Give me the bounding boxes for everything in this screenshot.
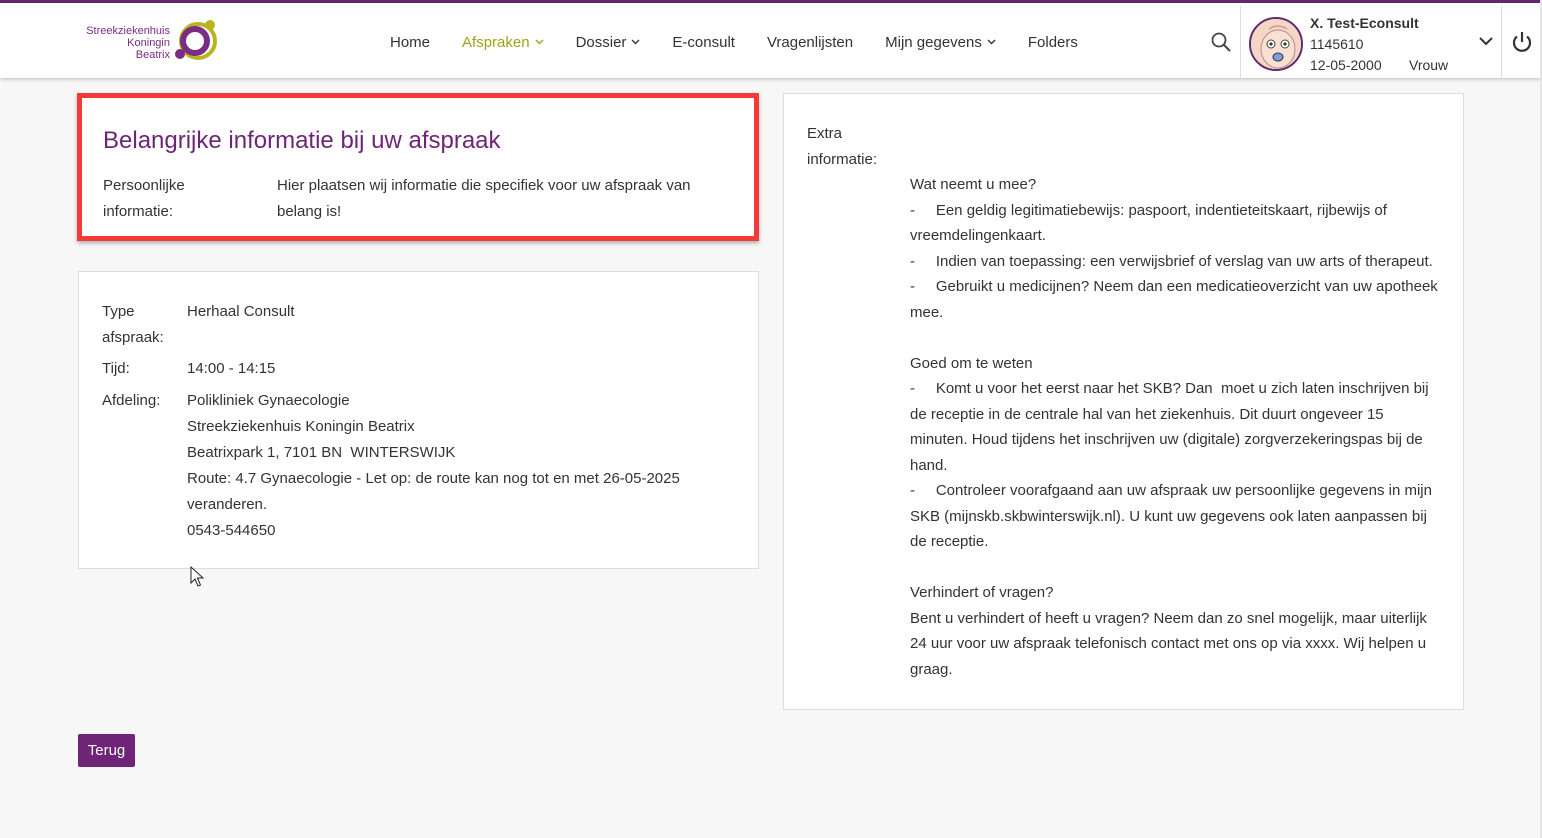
extra-info-line: Wat neemt u mee? [910,176,1037,193]
label-line: informatie: [807,151,878,168]
department-line: 0543-544650 [187,522,276,539]
extra-info-text: Wat neemt u mee? - Een geldig legitimatie… [910,172,1450,682]
nav-label: Afspraken [462,33,530,51]
nav-label: Mijn gegevens [885,33,982,51]
user-name: X. Test-Econsult [1310,15,1419,31]
extra-info-line: Verhindert of vragen? [910,584,1054,601]
top-navigation-bar: Streekziekenhuis Koningin Beatrix Home A… [0,0,1542,81]
user-dob: 12-05-2000 [1310,57,1382,73]
extra-info-line: - Een geldig legitimatiebewijs: paspoort… [910,201,1387,219]
extra-info-line: 24 uur voor uw afspraak telefonisch cont… [910,635,1427,652]
nav-label: Home [390,33,431,51]
user-gender: Vrouw [1409,57,1449,73]
logo-line: Koningin [127,37,170,49]
department-line: veranderen. [187,496,268,513]
extra-info-line: Goed om te weten [910,354,1033,372]
extra-info-line: SKB (mijnskb.skbwinterswijk.nl). U kunt … [910,507,1427,525]
logo-line: Streekziekenhuis [86,25,170,37]
extra-info-line: graag. [910,660,953,678]
important-info-card: Belangrijke informatie bij uw afspraak P… [77,93,759,241]
user-id: 1145610 [1310,36,1364,52]
nav-vragenlijsten[interactable]: Vragenlijsten [767,34,853,51]
nav-dossier[interactable]: Dossier [576,34,641,51]
department-line: Polikliniek Gynaecologie [187,392,350,409]
text-line: Hier plaatsen wij informatie die specifi… [277,177,691,194]
label-line: Persoonlijke [103,177,185,194]
type-value: Herhaal Consult [187,303,295,320]
personal-info-text: Hier plaatsen wij informatie die specifi… [277,173,691,225]
nav-label: E-consult [672,33,735,51]
extra-info-line: - Gebruikt u medicijnen? Neem dan een me… [910,278,1438,295]
extra-info-line: minuten. Houd tijdens het inschrijven uw… [910,431,1423,448]
logo-text: Streekziekenhuis Koningin Beatrix [86,25,170,61]
nav-label: Vragenlijsten [766,33,854,51]
important-info-title: Belangrijke informatie bij uw afspraak [103,127,501,154]
extra-info-card: Extra informatie: Wat neemt u mee? - Een … [783,93,1464,710]
power-icon[interactable] [1510,30,1534,54]
extra-info-line: de receptie in de centrale hal van het z… [910,405,1384,423]
personal-info-label: Persoonlijke informatie: [103,173,185,225]
chevron-down-icon[interactable] [1477,32,1495,50]
main-nav: Home Afspraken Dossier E-consult Vragenl… [390,3,1110,81]
logo-rings-icon [175,20,217,60]
mouse-cursor-icon [190,565,205,588]
nav-e-consult[interactable]: E-consult [672,34,735,51]
department-label: Afdeling: [102,392,161,409]
extra-info-line: - Indien van toepassing: een verwijsbrie… [910,252,1433,270]
search-icon[interactable] [1210,31,1232,53]
time-value: 14:00 - 14:15 [187,360,276,377]
label-line: Type [102,303,135,320]
extra-info-line: vreemdelingenkaart. [910,227,1046,244]
logo-line: Beatrix [135,49,170,61]
nav-label: Dossier [575,33,627,51]
chevron-down-icon [987,37,996,48]
nav-label: Folders [1027,33,1078,51]
extra-info-line: - Komt u voor het eerst naar het SKB? Da… [910,380,1429,397]
department-value: Polikliniek Gynaecologie Streekziekenhui… [187,388,680,544]
time-label: Tijd: [102,360,130,377]
nav-mijn-gegevens[interactable]: Mijn gegevens [885,34,996,51]
department-line: Route: 4.7 Gynaecologie - Let op: de rou… [187,470,680,487]
nav-home[interactable]: Home [390,34,430,51]
department-line: Beatrixpark 1, 7101 BN WINTERSWIJK [187,444,456,461]
extra-info-line: - Controleer voorafgaand aan uw afspraak… [910,482,1432,499]
text-line: belang is! [277,203,342,220]
extra-info-line: Bent u verhindert of heeft u vragen? Nee… [910,609,1427,627]
extra-info-line: de receptie. [910,533,989,550]
type-label: Type afspraak: [102,299,164,351]
chevron-down-icon [535,37,544,48]
label-line: Extra [807,125,843,142]
label-line: informatie: [103,203,174,220]
extra-info-line: mee. [910,303,944,321]
back-button[interactable]: Terug [78,734,135,767]
chevron-down-icon [631,37,640,48]
hospital-logo[interactable]: Streekziekenhuis Koningin Beatrix [82,17,222,67]
extra-info-label: Extra informatie: [807,121,877,173]
department-line: Streekziekenhuis Koningin Beatrix [187,418,415,435]
nav-folders[interactable]: Folders [1028,34,1078,51]
user-panel[interactable]: X. Test-Econsult 1145610 12-05-2000 Vrou… [1240,6,1502,81]
extra-info-line [910,325,1450,351]
extra-info-line [910,555,1450,581]
extra-info-line: hand. [910,456,948,474]
baby-avatar-icon [1251,19,1301,69]
appointment-details-card: Type afspraak: Herhaal Consult Tijd: 14:… [78,271,759,569]
avatar [1249,17,1303,71]
nav-afspraken[interactable]: Afspraken [462,34,544,51]
label-line: afspraak: [102,329,164,346]
